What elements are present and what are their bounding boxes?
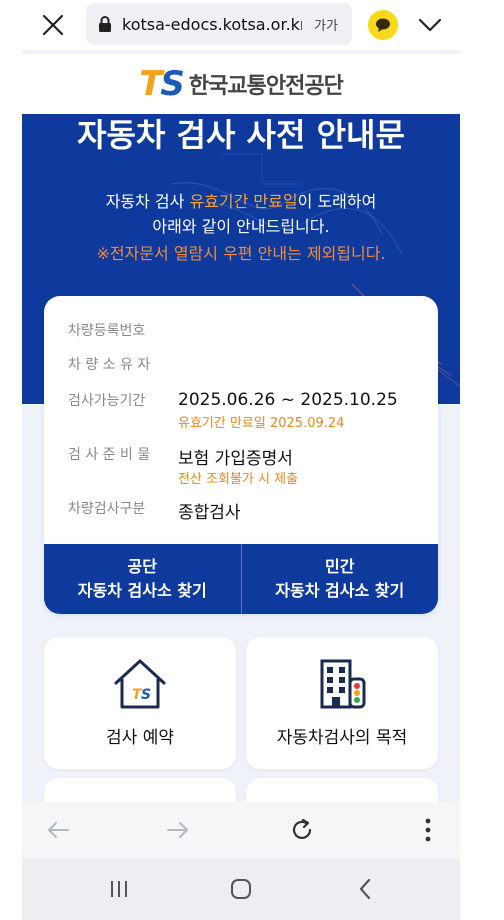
tile-inspection-purpose[interactable]: 자동차검사의 목적 (246, 637, 438, 769)
chevron-left-icon (359, 878, 371, 900)
expand-menu-button[interactable] (416, 12, 444, 38)
org-name: 한국교통안전공단 (188, 74, 344, 99)
row-label: 차량등록번호 (68, 323, 146, 339)
arrow-right-icon (167, 822, 188, 838)
lock-icon (96, 15, 114, 33)
back-button[interactable] (42, 814, 74, 846)
address-bar[interactable]: kotsa-edocs.kotsa.or.kr 가가 (86, 3, 352, 45)
more-vertical-icon (425, 818, 431, 842)
system-back-button[interactable] (350, 874, 380, 904)
tile-label: 검사 예약 (106, 728, 174, 748)
notice-line-1: 자동차 검사 유효기간 만료일이 도래하여 (105, 192, 377, 211)
chevron-down-icon (418, 18, 442, 32)
row-value: 보험 가입증명서 (178, 449, 293, 469)
row-value: 종합검사 (178, 503, 241, 523)
public-station-finder-button[interactable]: 공단 자동차 검사소 찾기 (44, 544, 242, 614)
house-ts-icon: T S (44, 657, 236, 713)
close-tab-button[interactable] (38, 10, 68, 40)
home-icon (231, 879, 251, 899)
expiry-highlight: 유효기간 만료일 (189, 192, 298, 211)
more-menu-button[interactable] (412, 814, 444, 846)
tile-inspection-booking[interactable]: T S 검사 예약 (44, 637, 236, 769)
row-value: 2025.06.26 ~ 2025.10.25 (178, 390, 398, 410)
recent-apps-button[interactable] (104, 874, 134, 904)
row-subtext: 전산 조회불가 시 제출 (178, 472, 299, 487)
close-icon (42, 14, 64, 36)
forward-button[interactable] (162, 814, 194, 846)
private-station-finder-button[interactable]: 민간 자동차 검사소 찾기 (242, 544, 439, 614)
building-traffic-light-icon (246, 657, 438, 713)
phone-screen: kotsa-edocs.kotsa.or.kr 가가 TS 한국교통안전공단 자… (22, 0, 460, 920)
recent-apps-icon (111, 881, 127, 897)
row-label: 검 사 준 비 물 (68, 447, 151, 463)
home-button[interactable] (226, 874, 256, 904)
row-subtext: 유효기간 만료일 2025.09.24 (178, 416, 345, 431)
arrow-left-icon (48, 822, 69, 838)
svg-text:S: S (141, 687, 151, 703)
station-finder-buttons: 공단 자동차 검사소 찾기 민간 자동차 검사소 찾기 (44, 544, 438, 614)
site-header: TS 한국교통안전공단 (22, 54, 460, 114)
vehicle-info-card: 차량등록번호 차 량 소 유 자 검사가능기간 2025.06.26 ~ 202… (44, 296, 438, 614)
tile-label: 자동차검사의 목적 (276, 728, 408, 748)
system-navigation-bar (22, 858, 460, 920)
row-label: 차 량 소 유 자 (68, 357, 151, 373)
chat-button[interactable] (368, 10, 398, 40)
notice-warning: ※전자문서 열람시 우편 안내는 제외됩니다. (96, 244, 386, 263)
ts-logo[interactable]: TS (139, 64, 185, 104)
notice-line-2: 아래와 같이 안내드립니다. (152, 217, 330, 236)
browser-toolbar: kotsa-edocs.kotsa.or.kr 가가 (22, 0, 460, 50)
speech-bubble-icon (376, 18, 390, 32)
browser-bottom-bar (22, 802, 460, 858)
row-label: 차량검사구분 (68, 501, 146, 517)
reload-button[interactable] (286, 814, 318, 846)
refresh-icon (292, 818, 312, 839)
page-title: 자동차 검사 사전 안내문 (77, 116, 405, 154)
row-label: 검사가능기간 (68, 393, 146, 409)
translate-button[interactable]: 가가 (314, 15, 338, 34)
url-text: kotsa-edocs.kotsa.or.kr (122, 14, 302, 34)
